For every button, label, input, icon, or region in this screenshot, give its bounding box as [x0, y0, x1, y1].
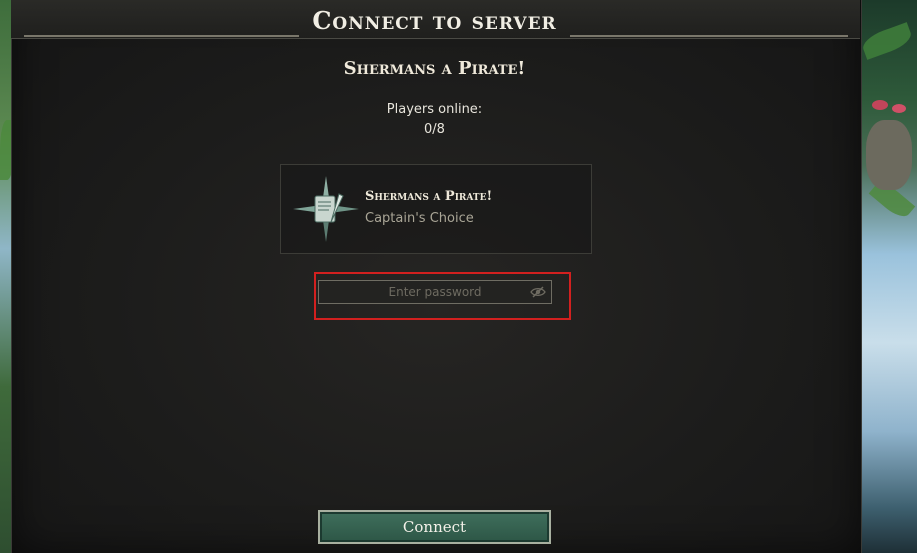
password-input[interactable]	[318, 280, 552, 304]
flower	[872, 100, 888, 110]
right-scenery	[857, 0, 917, 553]
players-online-label: Players online:	[386, 102, 483, 117]
flower	[892, 104, 906, 113]
dialog-title: Connect to server	[312, 6, 557, 35]
eye-slash-icon[interactable]	[530, 284, 546, 300]
header-divider-left	[24, 35, 299, 37]
rock	[866, 120, 912, 190]
server-name-heading: Shermans a Pirate!	[343, 58, 526, 79]
connect-button[interactable]: Connect	[318, 510, 551, 544]
players-online-count: 0/8	[424, 122, 445, 137]
server-card: Shermans a Pirate! Captain's Choice	[280, 164, 592, 254]
header-divider-right	[570, 35, 848, 37]
server-card-name: Shermans a Pirate!	[365, 189, 493, 204]
server-card-subtitle: Captain's Choice	[365, 211, 474, 226]
compass-quill-icon	[293, 176, 359, 242]
